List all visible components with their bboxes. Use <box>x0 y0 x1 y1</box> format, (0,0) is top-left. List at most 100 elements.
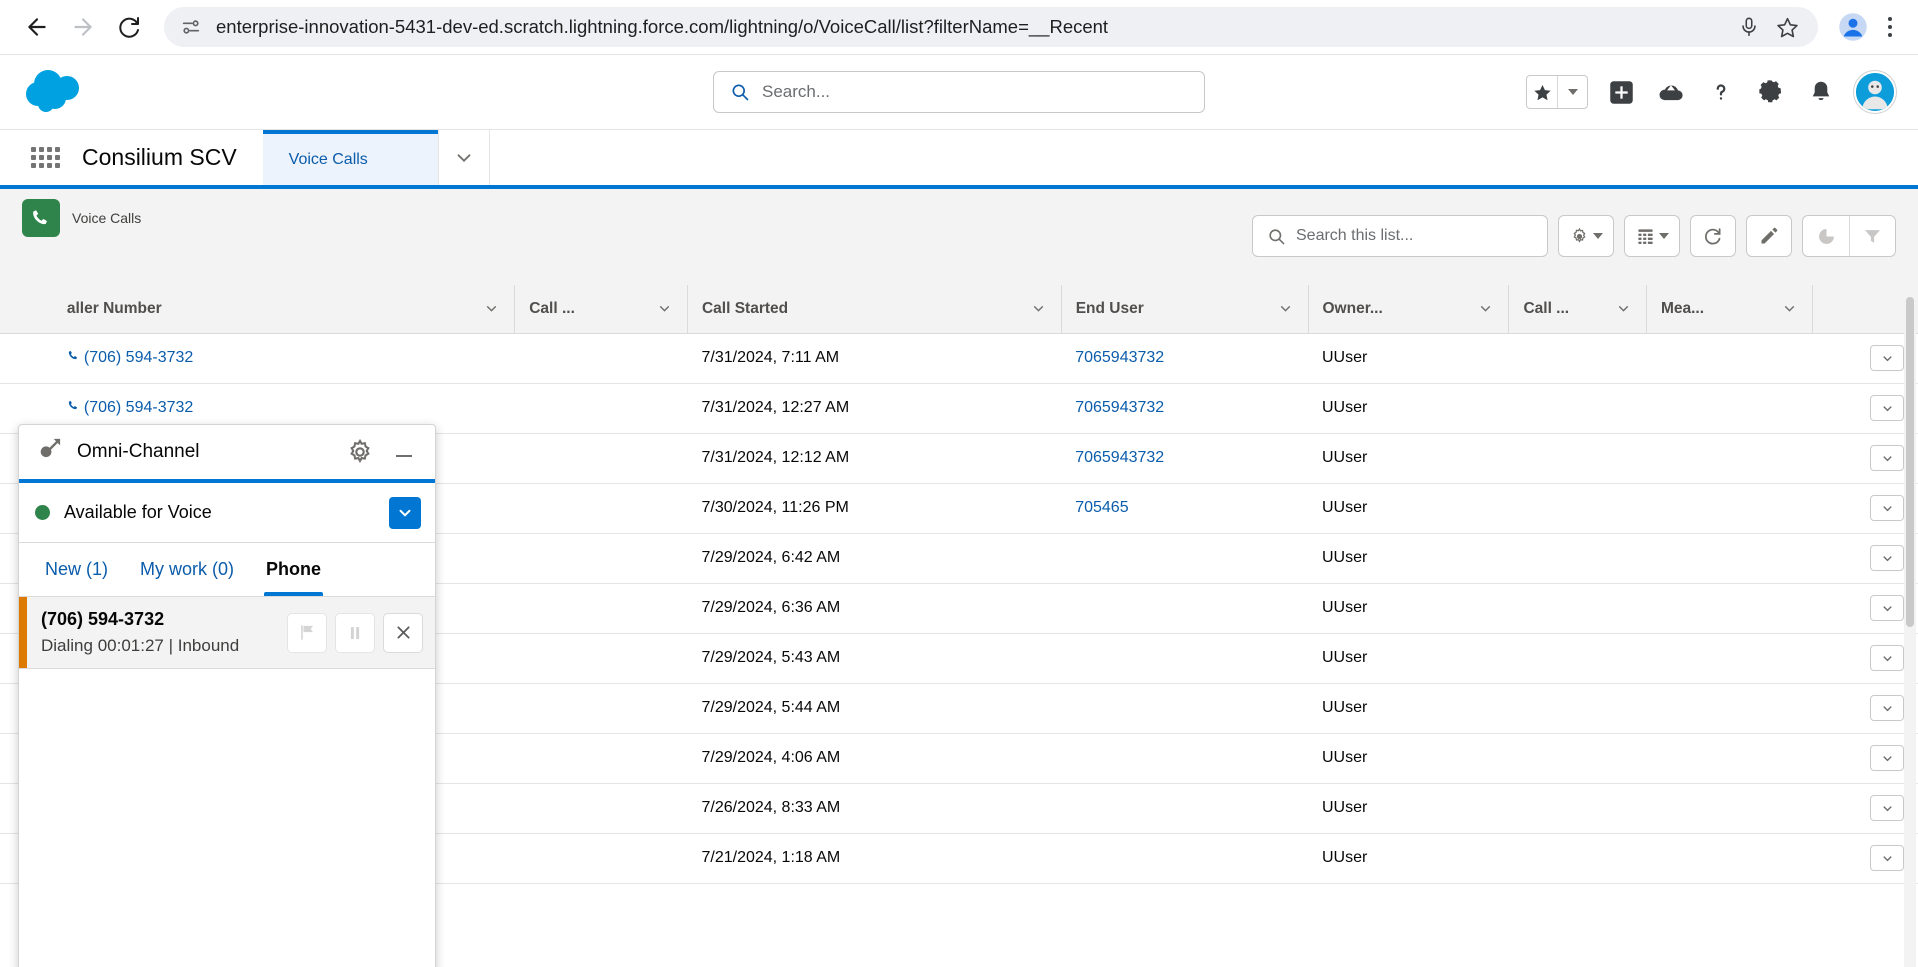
browser-back-button[interactable] <box>14 4 60 50</box>
chevron-down-icon <box>1277 300 1294 317</box>
cell-call-started: 7/26/2024, 8:33 AM <box>687 783 1061 833</box>
favorite-star-button[interactable] <box>1527 76 1557 108</box>
app-name-label[interactable]: Consilium SCV <box>68 130 263 185</box>
row-action-button[interactable] <box>1870 845 1904 871</box>
cell-row-actions[interactable] <box>1812 433 1918 483</box>
column-header-owner[interactable]: Owner... <box>1308 285 1509 333</box>
microphone-icon[interactable] <box>1732 10 1766 44</box>
column-header-measure[interactable]: Mea... <box>1646 285 1812 333</box>
column-select-all[interactable] <box>0 285 53 333</box>
call-pause-button[interactable] <box>335 613 375 653</box>
cell-row-actions[interactable] <box>1812 383 1918 433</box>
cell-caller-number[interactable]: (706) 594-3732 <box>53 333 515 383</box>
call-flag-button[interactable] <box>287 613 327 653</box>
cell-end-user[interactable]: 7065943732 <box>1061 383 1308 433</box>
help-button[interactable] <box>1704 75 1738 109</box>
cell-row-actions[interactable] <box>1812 533 1918 583</box>
cell-row-actions[interactable] <box>1812 333 1918 383</box>
cell-end-user[interactable] <box>1061 833 1308 883</box>
omni-tab-my-work[interactable]: My work (0) <box>124 543 250 596</box>
column-header-end-user[interactable]: End User <box>1061 285 1308 333</box>
active-call-card[interactable]: (706) 594-3732 Dialing 00:01:27 | Inboun… <box>19 597 435 669</box>
row-action-button[interactable] <box>1870 645 1904 671</box>
row-action-button[interactable] <box>1870 795 1904 821</box>
cell-row-actions[interactable] <box>1812 483 1918 533</box>
column-header-call-started[interactable]: Call Started <box>687 285 1061 333</box>
nav-tab-dropdown-button[interactable] <box>438 130 490 185</box>
app-launcher-button[interactable] <box>22 130 68 185</box>
end-user-link[interactable]: 705465 <box>1075 499 1128 517</box>
omni-minimize-button[interactable] <box>389 442 419 462</box>
user-avatar[interactable] <box>1854 71 1896 113</box>
column-header-call-type[interactable]: Call ... <box>515 285 688 333</box>
setup-gear-button[interactable] <box>1754 75 1788 109</box>
end-user-link[interactable]: 7065943732 <box>1075 399 1164 417</box>
site-settings-icon[interactable] <box>178 14 204 40</box>
cell-end-user[interactable]: 705465 <box>1061 483 1308 533</box>
cell-row-actions[interactable] <box>1812 633 1918 683</box>
cloud-sync-button[interactable] <box>1654 75 1688 109</box>
omni-settings-button[interactable] <box>345 439 375 465</box>
omni-status-dropdown-button[interactable] <box>389 497 421 529</box>
row-action-button[interactable] <box>1870 345 1904 371</box>
salesforce-cloud-logo[interactable] <box>22 64 106 120</box>
row-action-button[interactable] <box>1870 745 1904 771</box>
list-inline-edit-button[interactable] <box>1746 215 1792 257</box>
browser-reload-button[interactable] <box>106 4 152 50</box>
list-search-input[interactable]: Search this list... <box>1252 215 1548 257</box>
column-header-caller-number[interactable]: aller Number <box>53 285 515 333</box>
row-action-button[interactable] <box>1870 545 1904 571</box>
new-tab-button[interactable] <box>1604 75 1638 109</box>
end-user-link[interactable]: 7065943732 <box>1075 349 1164 367</box>
cell-end-user[interactable] <box>1061 533 1308 583</box>
omni-tab-new[interactable]: New (1) <box>29 543 124 596</box>
browser-forward-button[interactable] <box>60 4 106 50</box>
column-header-call-extra[interactable]: Call ... <box>1509 285 1647 333</box>
row-action-button[interactable] <box>1870 395 1904 421</box>
cell-end-user[interactable] <box>1061 583 1308 633</box>
list-refresh-button[interactable] <box>1690 215 1736 257</box>
table-row[interactable]: (706) 594-37327/31/2024, 7:11 AM70659437… <box>0 333 1918 383</box>
table-vertical-scrollbar[interactable] <box>1904 289 1916 967</box>
omni-status-row[interactable]: Available for Voice <box>19 483 435 543</box>
cell-row-actions[interactable] <box>1812 733 1918 783</box>
browser-menu-button[interactable] <box>1876 17 1904 37</box>
bookmark-star-icon[interactable] <box>1770 10 1804 44</box>
list-filter-button[interactable] <box>1849 216 1895 256</box>
browser-profile-button[interactable] <box>1836 10 1870 44</box>
cell-row-actions[interactable] <box>1812 583 1918 633</box>
row-action-button[interactable] <box>1870 595 1904 621</box>
list-display-button[interactable] <box>1624 215 1680 257</box>
row-action-button[interactable] <box>1870 695 1904 721</box>
cell-owner: UUser <box>1308 333 1509 383</box>
flag-icon <box>298 623 317 642</box>
end-user-link[interactable]: 7065943732 <box>1075 449 1164 467</box>
scrollbar-thumb[interactable] <box>1906 297 1914 627</box>
cell-row-actions[interactable] <box>1812 833 1918 883</box>
cell-end-user[interactable]: 7065943732 <box>1061 333 1308 383</box>
row-action-button[interactable] <box>1870 445 1904 471</box>
row-action-button[interactable] <box>1870 495 1904 521</box>
favorites-dropdown-button[interactable] <box>1557 76 1587 108</box>
cell-row-actions[interactable] <box>1812 683 1918 733</box>
list-charts-button[interactable] <box>1803 216 1849 256</box>
cell-end-user[interactable] <box>1061 733 1308 783</box>
omni-tab-phone[interactable]: Phone <box>250 543 337 596</box>
cell-row-actions[interactable] <box>1812 783 1918 833</box>
notifications-button[interactable] <box>1804 75 1838 109</box>
browser-address-bar[interactable]: enterprise-innovation-5431-dev-ed.scratc… <box>164 7 1818 47</box>
omni-channel-title: Omni-Channel <box>77 441 331 463</box>
cell-end-user[interactable]: 7065943732 <box>1061 433 1308 483</box>
list-settings-button[interactable] <box>1558 215 1614 257</box>
nav-tab-voice-calls[interactable]: Voice Calls <box>263 130 438 185</box>
cell-end-user[interactable] <box>1061 783 1308 833</box>
global-search-input[interactable]: Search... <box>713 71 1205 113</box>
call-card-body: (706) 594-3732 Dialing 00:01:27 | Inboun… <box>27 597 275 668</box>
cell-call-extra <box>1509 683 1647 733</box>
chevron-down-icon <box>1615 300 1632 317</box>
cell-end-user[interactable] <box>1061 683 1308 733</box>
row-checkbox-cell[interactable] <box>0 333 53 383</box>
call-close-button[interactable] <box>383 613 423 653</box>
cell-end-user[interactable] <box>1061 633 1308 683</box>
browser-right-controls <box>1836 10 1904 44</box>
